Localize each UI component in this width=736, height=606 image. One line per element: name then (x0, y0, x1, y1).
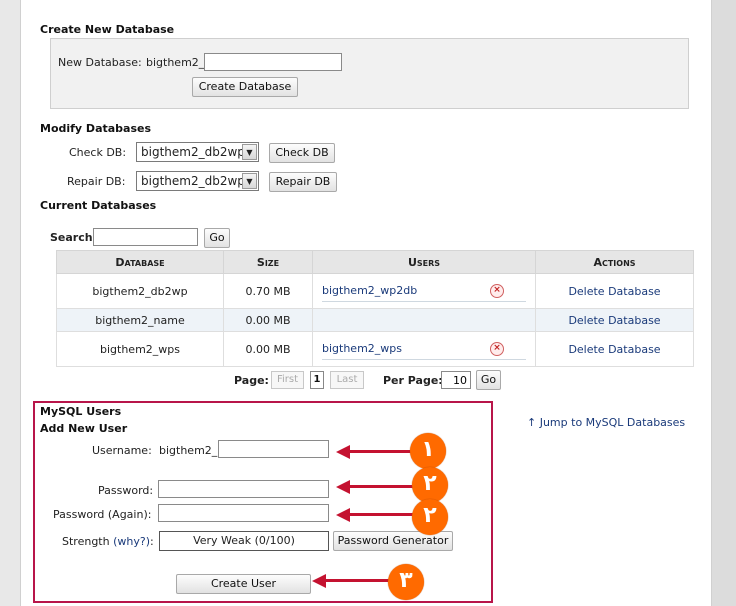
db-size: 0.70 MB (223, 273, 313, 309)
username-label: Username: (92, 444, 152, 457)
databases-table: Database Size Users Actions bigthem2_db2… (56, 250, 694, 367)
check-db-selected: bigthem2_db2wp (141, 145, 245, 159)
check-db-select[interactable]: bigthem2_db2wp ▼ (136, 142, 259, 162)
per-page-input[interactable] (441, 371, 471, 389)
create-db-box (50, 38, 689, 109)
chevron-down-icon: ▼ (242, 173, 257, 189)
strength-colon: : (150, 535, 154, 548)
password-again-input[interactable] (158, 504, 329, 522)
annotation-arrow-line (348, 450, 414, 453)
table-row: bigthem2_name 0.00 MB Delete Database (56, 308, 694, 332)
col-size[interactable]: Size (223, 250, 313, 274)
col-users[interactable]: Users (312, 250, 536, 274)
annotation-arrow-line (348, 485, 414, 488)
db-users-cell (312, 308, 536, 332)
db-users-cell: bigthem2_wp2db × (312, 273, 536, 309)
repair-db-select[interactable]: bigthem2_db2wp ▼ (136, 171, 259, 191)
current-page-button[interactable]: 1 (310, 371, 324, 389)
repair-db-selected: bigthem2_db2wp (141, 174, 245, 188)
check-db-button[interactable]: Check DB (269, 143, 335, 163)
db-user-link[interactable]: bigthem2_wps (322, 342, 402, 355)
strength-meter: Very Weak (0/100) (159, 531, 329, 551)
step-badge-2: ٢ (412, 467, 448, 503)
chevron-down-icon: ▼ (242, 144, 257, 160)
last-page-button[interactable]: Last (330, 371, 364, 389)
right-margin (712, 0, 736, 606)
password-again-label: Password (Again): (53, 508, 152, 521)
username-prefix: bigthem2_ (159, 444, 218, 457)
table-row: bigthem2_db2wp 0.70 MB bigthem2_wp2db × … (56, 273, 694, 309)
add-user-heading: Add New User (40, 422, 128, 435)
annotation-arrow-line (348, 513, 414, 516)
db-name: bigthem2_name (56, 308, 224, 332)
delete-database-link[interactable]: Delete Database (568, 314, 660, 327)
db-users-cell: bigthem2_wps × (312, 331, 536, 367)
col-database[interactable]: Database (56, 250, 224, 274)
jump-link[interactable]: ↑ Jump to MySQL Databases (527, 416, 685, 429)
step-badge-1: ١ (410, 433, 446, 469)
annotation-arrow-line (324, 579, 392, 582)
per-page-go-button[interactable]: Go (476, 370, 501, 390)
strength-label: Strength (62, 535, 110, 548)
per-page-label: Per Page: (383, 374, 443, 387)
table-header-row: Database Size Users Actions (56, 250, 694, 274)
db-name: bigthem2_wps (56, 331, 224, 367)
repair-db-label: Repair DB: (67, 175, 126, 188)
strength-label-wrap: Strength (why?): (62, 535, 154, 548)
password-input[interactable] (158, 480, 329, 498)
search-go-button[interactable]: Go (204, 228, 230, 248)
delete-database-link[interactable]: Delete Database (568, 343, 660, 356)
table-row: bigthem2_wps 0.00 MB bigthem2_wps × Dele… (56, 331, 694, 367)
mysql-users-heading: MySQL Users (40, 405, 122, 418)
create-user-button[interactable]: Create User (176, 574, 311, 594)
remove-user-icon[interactable]: × (490, 284, 504, 298)
db-size: 0.00 MB (223, 331, 313, 367)
why-link[interactable]: (why?) (113, 535, 150, 548)
delete-database-link[interactable]: Delete Database (568, 285, 660, 298)
modify-db-heading: Modify Databases (40, 122, 152, 135)
step-badge-3: ٣ (388, 564, 424, 600)
first-page-button[interactable]: First (271, 371, 304, 389)
password-label: Password: (98, 484, 154, 497)
check-db-label: Check DB: (69, 146, 127, 159)
remove-user-icon[interactable]: × (490, 342, 504, 356)
db-user-link[interactable]: bigthem2_wp2db (322, 284, 417, 297)
jump-link-label: Jump to MySQL Databases (539, 416, 686, 429)
create-database-button[interactable]: Create Database (192, 77, 298, 97)
db-size: 0.00 MB (223, 308, 313, 332)
arrow-up-icon: ↑ (527, 416, 540, 429)
db-prefix: bigthem2_ (146, 56, 205, 69)
search-label: Search (50, 231, 93, 244)
db-name: bigthem2_db2wp (56, 273, 224, 309)
username-input[interactable] (218, 440, 329, 458)
new-db-label: New Database: (58, 56, 142, 69)
page-label: Page: (234, 374, 269, 387)
col-actions: Actions (535, 250, 694, 274)
step-badge-2b: ٢ (412, 499, 448, 535)
search-input[interactable] (93, 228, 198, 246)
create-db-heading: Create New Database (40, 23, 175, 36)
current-db-heading: Current Databases (40, 199, 157, 212)
repair-db-button[interactable]: Repair DB (269, 172, 337, 192)
new-db-input[interactable] (204, 53, 342, 71)
